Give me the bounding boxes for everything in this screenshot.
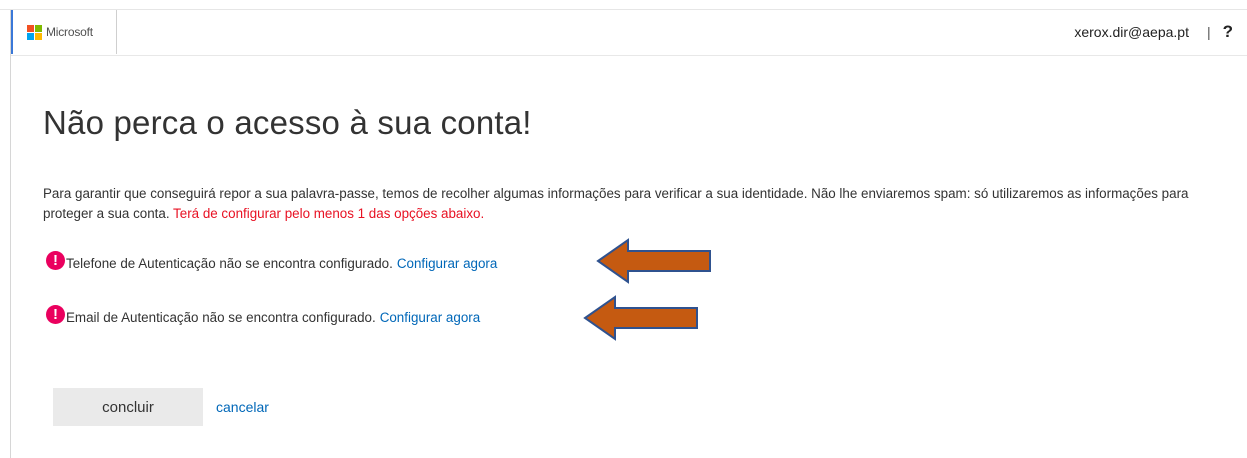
done-button[interactable]: concluir [53, 388, 203, 426]
header-separator: | [1206, 24, 1211, 40]
help-icon[interactable]: ? [1223, 22, 1233, 42]
brand-name: Microsoft [46, 25, 93, 39]
annotation-arrow-left-icon [583, 295, 698, 341]
phone-method-row: ! Telefone de Autenticação não se encont… [46, 250, 498, 275]
top-header: Microsoft xerox.dir@aepa.pt | ? [11, 10, 1247, 56]
exclamation-icon: ! [46, 304, 65, 324]
phone-configure-link[interactable]: Configurar agora [397, 256, 498, 271]
left-border [10, 10, 11, 458]
phone-status-text: Telefone de Autenticação não se encontra… [66, 255, 393, 271]
microsoft-logo-icon [27, 24, 42, 40]
microsoft-brand-tab[interactable]: Microsoft [11, 10, 117, 54]
annotation-arrow-left-icon [596, 238, 711, 284]
page-title: Não perca o acesso à sua conta! [43, 104, 532, 141]
page-frame: Microsoft xerox.dir@aepa.pt | ? Não perc… [0, 0, 1247, 458]
intro-text: Para garantir que conseguirá repor a sua… [43, 184, 1233, 224]
browser-top-strip [0, 0, 1247, 10]
email-configure-link[interactable]: Configurar agora [380, 310, 481, 325]
user-email[interactable]: xerox.dir@aepa.pt [1074, 24, 1189, 40]
user-area: xerox.dir@aepa.pt | ? [1074, 10, 1233, 54]
cancel-link[interactable]: cancelar [216, 399, 269, 415]
email-method-row: ! Email de Autenticação não se encontra … [46, 304, 481, 329]
requirement-warning: Terá de configurar pelo menos 1 das opçõ… [173, 206, 485, 221]
email-status-text: Email de Autenticação não se encontra co… [66, 309, 376, 325]
exclamation-icon: ! [46, 250, 65, 270]
